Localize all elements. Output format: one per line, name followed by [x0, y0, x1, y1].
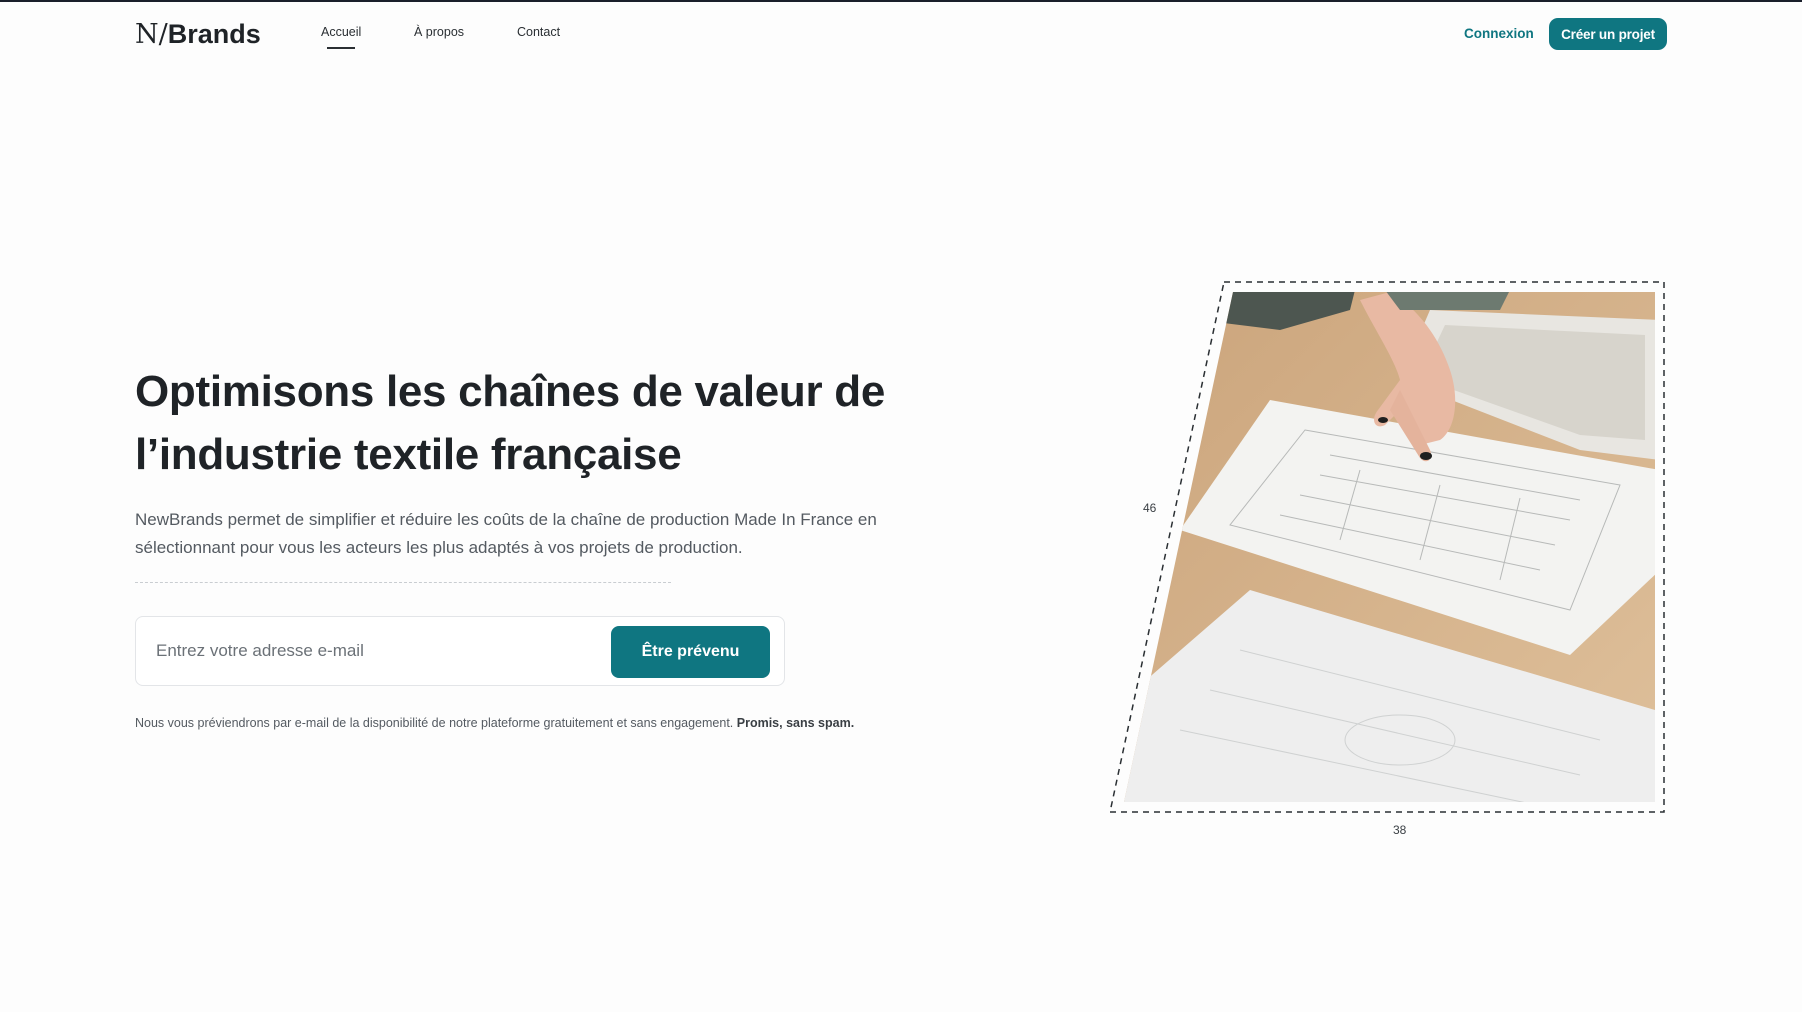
- dimension-width-label: 38: [1393, 823, 1407, 837]
- notify-button[interactable]: Être prévenu: [611, 626, 770, 678]
- photo-content: [1124, 292, 1655, 802]
- hero-title: Optimisons les chaînes de valeur de l’in…: [135, 367, 886, 479]
- notice-emphasis: Promis, sans spam.: [736, 716, 855, 730]
- logo-mark: N/: [135, 19, 168, 50]
- nav-item-contact[interactable]: Contact: [517, 22, 560, 42]
- dimension-height-label: 46: [1143, 501, 1157, 515]
- email-input[interactable]: [156, 633, 616, 669]
- login-link[interactable]: Connexion: [1464, 24, 1534, 44]
- divider: [135, 582, 671, 583]
- brand-logo[interactable]: N/Brands: [135, 16, 261, 53]
- logo-wordmark: Brands: [167, 19, 261, 49]
- top-border: [0, 0, 1802, 2]
- hero-description: NewBrands permet de simplifier et réduir…: [135, 510, 877, 557]
- create-project-button[interactable]: Créer un projet: [1549, 18, 1667, 50]
- nav-item-accueil[interactable]: Accueil: [321, 22, 361, 49]
- nav-item-a-propos[interactable]: À propos: [414, 22, 464, 42]
- hero-illustration: [1100, 270, 1680, 850]
- notice-text: Nous vous préviendrons par e-mail de la …: [135, 716, 734, 730]
- signup-notice: Nous vous préviendrons par e-mail de la …: [135, 712, 905, 734]
- illustration-photo: [1109, 281, 1665, 813]
- newsletter-form: Être prévenu: [135, 616, 785, 686]
